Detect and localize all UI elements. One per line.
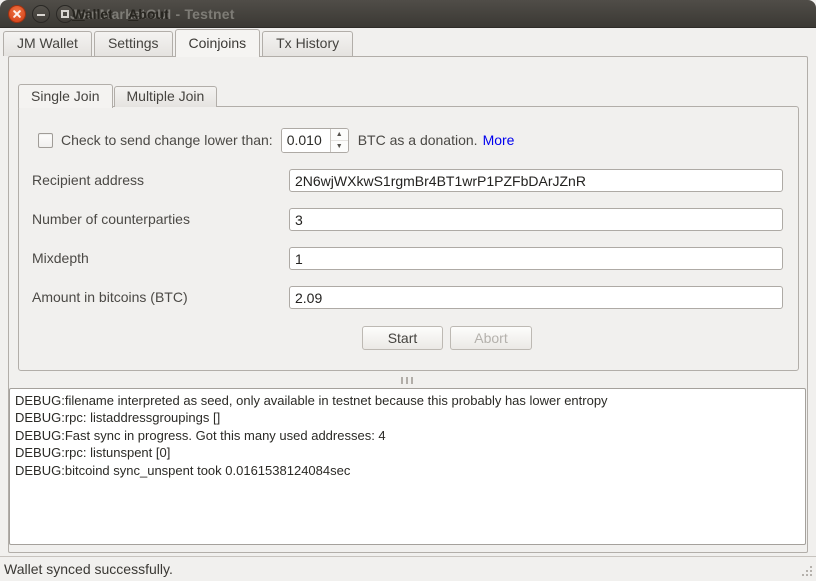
counterparties-input[interactable] bbox=[289, 208, 783, 231]
abort-button[interactable]: Abort bbox=[450, 326, 532, 350]
log-line: DEBUG:filename interpreted as seed, only… bbox=[15, 392, 800, 409]
tab-multiple-join[interactable]: Multiple Join bbox=[114, 86, 218, 107]
splitter[interactable] bbox=[0, 375, 816, 387]
menu-about[interactable]: About bbox=[128, 6, 168, 22]
mixdepth-input[interactable] bbox=[289, 247, 783, 270]
statusbar: Wallet synced successfully. bbox=[0, 557, 816, 581]
minimize-icon bbox=[37, 14, 45, 16]
donation-checkbox-label: Check to send change lower than: bbox=[61, 132, 273, 148]
tab-coinjoins[interactable]: Coinjoins bbox=[175, 29, 261, 57]
tab-settings[interactable]: Settings bbox=[94, 31, 173, 56]
spin-up-button[interactable]: ▲ bbox=[331, 129, 348, 141]
close-icon bbox=[13, 10, 21, 18]
chevron-up-icon: ▲ bbox=[336, 131, 343, 138]
debug-log[interactable]: DEBUG:filename interpreted as seed, only… bbox=[9, 388, 806, 545]
log-line: DEBUG:Fast sync in progress. Got this ma… bbox=[15, 427, 800, 444]
counterparties-label: Number of counterparties bbox=[32, 211, 190, 227]
donation-suffix-label: BTC as a donation. bbox=[358, 132, 478, 148]
tab-jm-wallet[interactable]: JM Wallet bbox=[3, 31, 92, 56]
donation-amount-spinner: ▲ ▼ bbox=[281, 128, 349, 153]
main-tabbar: JM Wallet Settings Coinjoins Tx History bbox=[3, 28, 355, 56]
close-button[interactable] bbox=[8, 5, 26, 23]
maximize-icon bbox=[61, 10, 69, 18]
recipient-address-label: Recipient address bbox=[32, 172, 144, 188]
menubar: Wallet About bbox=[72, 6, 180, 24]
app-window: { "window": { "title": "JoinMarketGUI - … bbox=[0, 0, 816, 581]
status-message: Wallet synced successfully. bbox=[4, 561, 173, 577]
titlebar: JoinMarketGUI - Testnet Wallet About bbox=[0, 0, 816, 28]
mixdepth-label: Mixdepth bbox=[32, 250, 89, 266]
start-button[interactable]: Start bbox=[362, 326, 443, 350]
more-link[interactable]: More bbox=[483, 132, 515, 148]
log-line: DEBUG:bitcoind sync_unspent took 0.01615… bbox=[15, 462, 800, 479]
menu-wallet[interactable]: Wallet bbox=[72, 6, 113, 22]
amount-label: Amount in bitcoins (BTC) bbox=[32, 289, 188, 305]
spin-down-button[interactable]: ▼ bbox=[331, 141, 348, 152]
log-line: DEBUG:rpc: listaddressgroupings [] bbox=[15, 409, 800, 426]
single-join-pane: Check to send change lower than: ▲ ▼ BTC… bbox=[18, 106, 799, 371]
amount-input[interactable] bbox=[289, 286, 783, 309]
field-row-mixdepth: Mixdepth bbox=[32, 247, 783, 271]
donation-amount-input[interactable] bbox=[282, 129, 330, 152]
splitter-grip-icon bbox=[401, 377, 416, 384]
donation-checkbox[interactable] bbox=[38, 133, 53, 148]
tab-tx-history[interactable]: Tx History bbox=[262, 31, 353, 56]
tab-single-join[interactable]: Single Join bbox=[18, 84, 113, 108]
log-line: DEBUG:rpc: listunspent [0] bbox=[15, 444, 800, 461]
resize-grip-icon[interactable] bbox=[800, 565, 813, 578]
chevron-down-icon: ▼ bbox=[336, 143, 343, 150]
field-row-recipient: Recipient address bbox=[32, 169, 783, 193]
recipient-address-input[interactable] bbox=[289, 169, 783, 192]
spinner-buttons: ▲ ▼ bbox=[330, 129, 348, 152]
minimize-button[interactable] bbox=[32, 5, 50, 23]
join-tabbar: Single Join Multiple Join bbox=[18, 83, 218, 107]
field-row-amount: Amount in bitcoins (BTC) bbox=[32, 286, 783, 310]
field-row-counterparties: Number of counterparties bbox=[32, 208, 783, 232]
donation-row: Check to send change lower than: ▲ ▼ BTC… bbox=[38, 127, 514, 153]
